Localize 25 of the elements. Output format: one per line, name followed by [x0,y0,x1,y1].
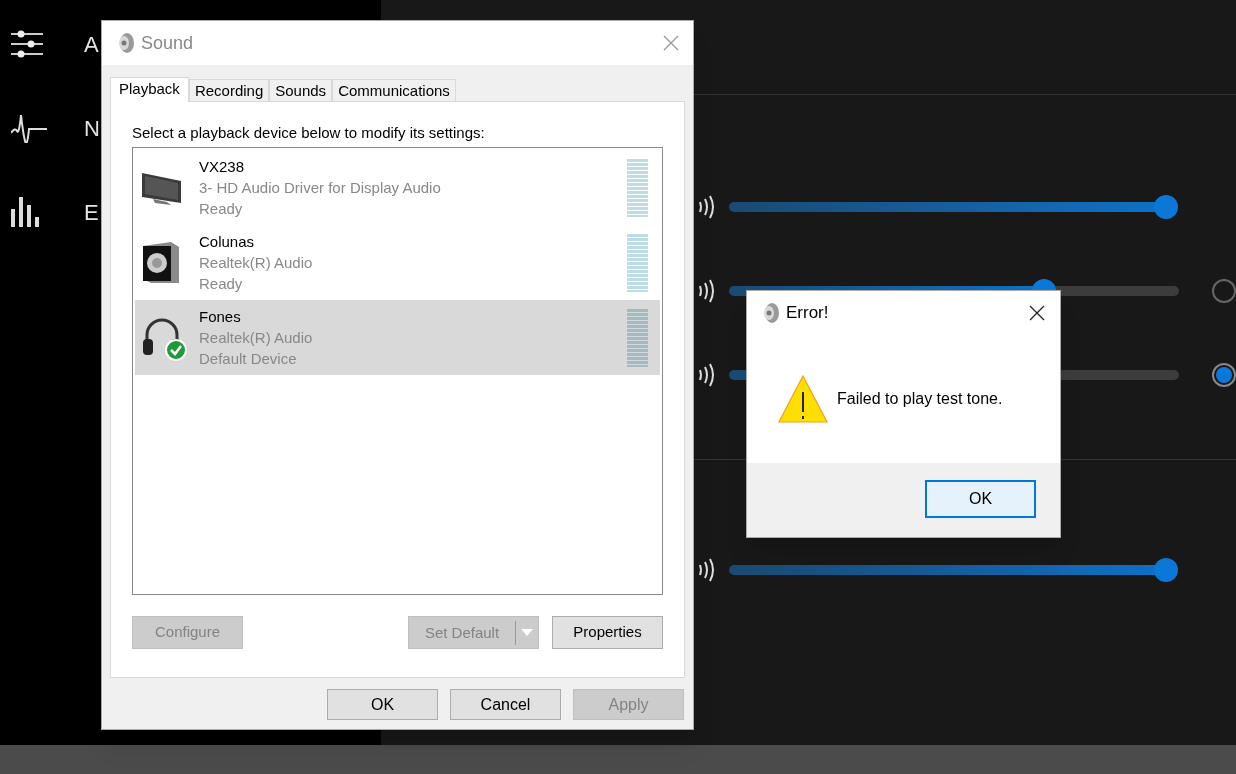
dialog-title: Error! [786,302,829,325]
ok-button[interactable]: OK [925,480,1036,518]
device-item[interactable]: Fones Realtek(R) Audio Default Device [135,300,660,375]
device-driver: Realtek(R) Audio [199,253,314,273]
device-name: Fones [199,307,242,327]
tab[interactable]: Communications [332,79,456,101]
tab[interactable]: Playback [110,77,189,102]
instruction-text: Select a playback device below to modify its settings: [132,123,486,143]
dialog-button[interactable]: OK [327,689,438,720]
button[interactable]: Properties [552,616,663,649]
error-message: Failed to play test tone. [837,389,1003,409]
device-driver: Realtek(R) Audio [199,328,314,348]
nav-label[interactable]: A [84,27,99,61]
window-title: Sound [141,31,194,55]
dialog-button[interactable]: Cancel [450,689,561,720]
device-status: Ready [199,274,244,294]
device-driver: 3- HD Audio Driver for Display Audio [199,178,442,198]
nav-label[interactable]: E [84,195,99,229]
nav-label[interactable]: N [84,111,100,145]
tab[interactable]: Recording [188,79,270,101]
device-status: Default Device [199,349,298,369]
device-name: Colunas [199,232,256,252]
tab[interactable]: Sounds [269,79,333,101]
device-name: VX238 [199,157,246,177]
device-status: Ready [199,199,244,219]
